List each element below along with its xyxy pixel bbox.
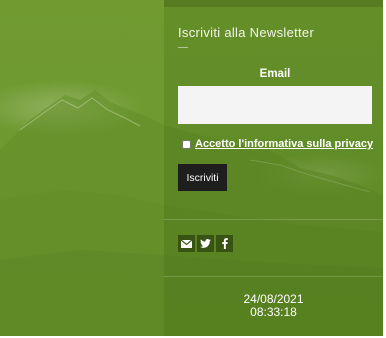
divider [164,219,383,220]
footer-panel: Iscriviti alla Newsletter Email Accetto … [0,0,383,336]
facebook-icon[interactable] [216,235,233,252]
social-links [178,235,233,252]
email-field[interactable] [178,86,372,124]
date-time-display: 24/08/2021 08:33:18 [164,293,383,319]
mail-icon[interactable] [178,235,195,252]
title-underline [178,47,188,48]
email-label: Email [259,68,291,80]
divider [164,276,383,277]
top-border [164,0,383,7]
subscribe-button[interactable]: Iscriviti [178,164,227,191]
newsletter-title: Iscriviti alla Newsletter [178,25,315,40]
privacy-link[interactable]: Accetto l'informativa sulla privacy [195,138,373,150]
privacy-consent: Accetto l'informativa sulla privacy [182,138,373,150]
time-text: 08:33:18 [250,305,297,319]
twitter-icon[interactable] [197,235,214,252]
privacy-checkbox[interactable] [182,139,191,149]
left-column [0,0,164,336]
